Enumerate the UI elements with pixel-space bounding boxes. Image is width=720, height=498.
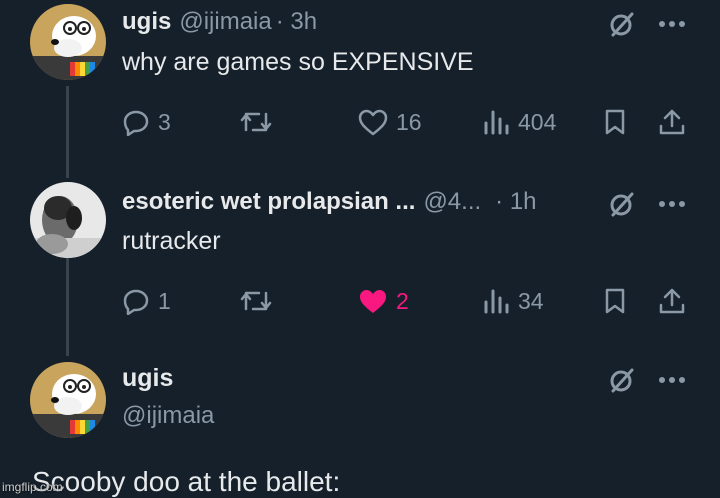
avatar[interactable] bbox=[30, 4, 106, 80]
user-handle[interactable]: @ijimaia bbox=[122, 402, 214, 430]
reply-button[interactable]: 3 bbox=[122, 102, 171, 142]
share-icon bbox=[659, 288, 685, 314]
display-name[interactable]: ugis bbox=[122, 8, 171, 36]
tweet-text: Scooby doo at the ballet: bbox=[32, 466, 341, 497]
tweet-text: why are games so EXPENSIVE bbox=[122, 48, 474, 76]
views-button[interactable]: 34 bbox=[482, 281, 544, 321]
like-count: 2 bbox=[396, 287, 409, 314]
views-button[interactable]: 404 bbox=[482, 102, 556, 142]
view-count: 404 bbox=[518, 108, 557, 135]
share-button[interactable] bbox=[658, 281, 686, 321]
reply-count: 1 bbox=[158, 287, 171, 314]
like-button[interactable]: 2 bbox=[358, 281, 409, 321]
retweet-icon bbox=[240, 291, 272, 311]
more-icon[interactable] bbox=[658, 375, 686, 385]
thread-line bbox=[66, 86, 69, 178]
like-count: 16 bbox=[396, 108, 422, 135]
share-icon bbox=[659, 109, 685, 135]
bookmark-button[interactable] bbox=[604, 281, 626, 321]
retweet-icon bbox=[240, 112, 272, 132]
user-handle[interactable]: @ijimaia bbox=[179, 8, 271, 36]
tweet-top-icons bbox=[608, 10, 686, 38]
thread-line bbox=[66, 258, 69, 356]
reply-button[interactable]: 1 bbox=[122, 281, 171, 321]
like-icon bbox=[358, 109, 388, 136]
like-button[interactable]: 16 bbox=[358, 102, 422, 142]
bookmark-button[interactable] bbox=[604, 102, 626, 142]
like-icon bbox=[360, 290, 386, 313]
views-icon bbox=[484, 289, 509, 314]
tweet-top-icons bbox=[608, 190, 686, 218]
display-name[interactable]: esoteric wet prolapsian ... bbox=[122, 188, 415, 216]
grok-icon[interactable] bbox=[608, 10, 636, 38]
more-icon[interactable] bbox=[658, 19, 686, 29]
reply-icon bbox=[123, 289, 149, 315]
avatar[interactable] bbox=[30, 362, 106, 438]
avatar[interactable] bbox=[30, 182, 106, 258]
tweet-header: ugis @ijimaia · 3h bbox=[122, 8, 317, 36]
timestamp[interactable]: · 1h bbox=[495, 188, 536, 216]
view-count: 34 bbox=[518, 287, 544, 314]
tweet-top-icons bbox=[608, 366, 686, 394]
watermark: imgflip.com bbox=[2, 480, 63, 494]
grok-icon[interactable] bbox=[608, 190, 636, 218]
share-button[interactable] bbox=[658, 102, 686, 142]
more-icon[interactable] bbox=[658, 199, 686, 209]
tweet-text: rutracker bbox=[122, 227, 221, 255]
tweet-actions: 3 16 404 bbox=[120, 102, 690, 142]
retweet-button[interactable] bbox=[240, 102, 272, 142]
tweet-header: esoteric wet prolapsian ... @4... · 1h bbox=[122, 188, 537, 216]
tweet-actions: 1 2 34 bbox=[120, 281, 690, 321]
display-name[interactable]: ugis bbox=[122, 364, 173, 393]
timestamp[interactable]: · 3h bbox=[276, 8, 317, 36]
bookmark-icon bbox=[605, 288, 625, 314]
views-icon bbox=[484, 110, 509, 135]
user-handle[interactable]: @4... bbox=[423, 188, 481, 216]
bookmark-icon bbox=[605, 109, 625, 135]
grok-icon[interactable] bbox=[608, 366, 636, 394]
reply-count: 3 bbox=[158, 108, 171, 135]
reply-icon bbox=[123, 110, 149, 136]
retweet-button[interactable] bbox=[240, 281, 272, 321]
